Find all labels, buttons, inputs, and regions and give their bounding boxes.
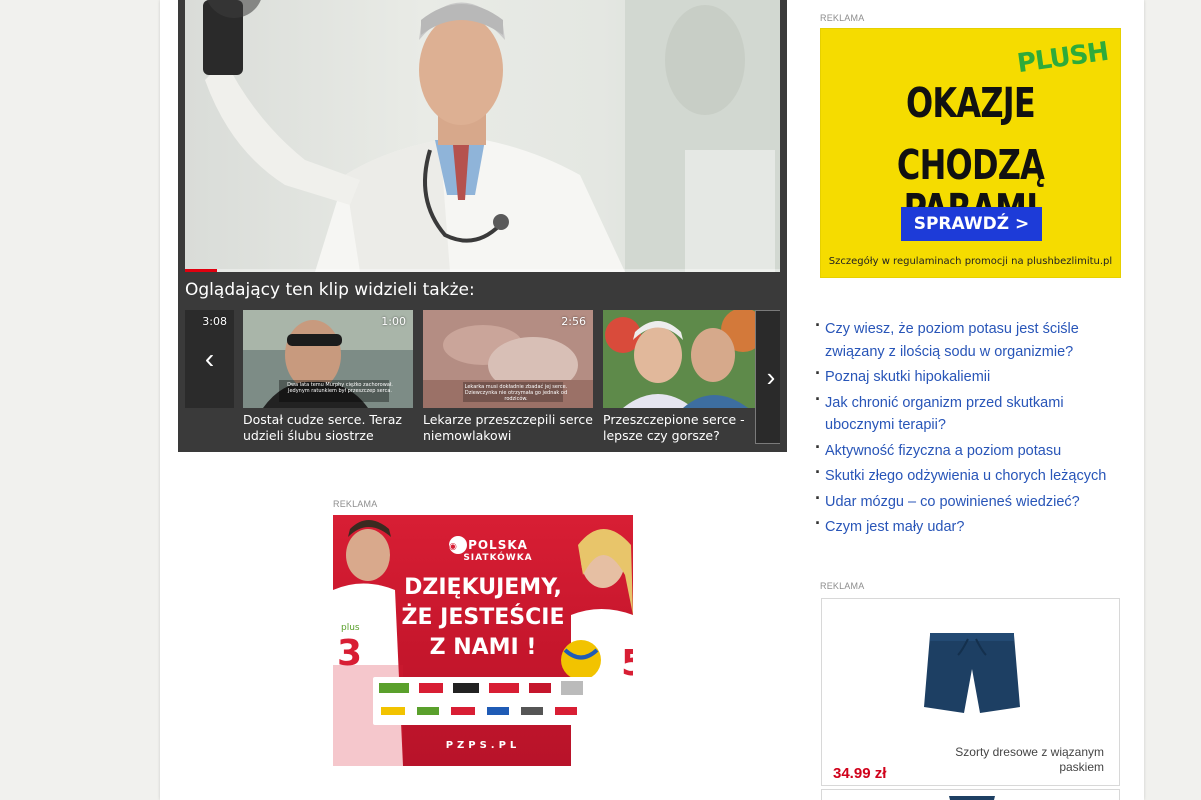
list-item: Poznaj skutki hipokaliemii [815,362,1125,389]
product-image-shorts [924,633,1020,713]
video-player: Oglądający ten klip widzieli także: 3:08… [178,0,787,452]
progress-bar[interactable] [185,269,780,272]
volleyball-logo-line2: SIATKÓWKA [463,553,533,563]
product-ad-card[interactable] [821,789,1120,800]
ad-label: REKLAMA [820,581,865,591]
list-item: Skutki złego odżywienia u chorych leżący… [815,461,1125,488]
carousel-next-button[interactable]: › [755,310,780,444]
volleyball-logo-line1: POLSKA [468,538,528,552]
ad-label: REKLAMA [820,13,865,23]
article-link[interactable]: Skutki złego odżywienia u chorych leżący… [825,468,1106,484]
volleyball-ad-logo: POLSKA SIATKÓWKA [333,539,633,565]
video-still-doctor [203,0,780,272]
volleyball-ad-banner[interactable]: 3 plus 5 ◉ POLSKA SIATKÓWKA DZIĘKUJEMY, … [333,515,633,766]
clip-subtitle: Dwa lata temu Murphy ciężko zachorował. … [287,382,393,394]
volleyball-headline-line1: DZIĘKUJEMY, [404,575,562,600]
list-item: Czym jest mały udar? [815,512,1125,539]
clip-title: Przeszczepione serce - lepsze czy gorsze… [603,412,745,443]
list-item: Jak chronić organizm przed skutkami uboc… [815,388,1125,437]
product-price: 34.99 zł [833,765,887,782]
carousel-prev-button[interactable]: ‹ [185,310,234,408]
plush-cta-button[interactable]: SPRAWDŹ > [901,207,1042,241]
article-link[interactable]: Aktywność fizyczna a poziom potasu [825,443,1061,459]
clip-title: Lekarze przeszczepili serce niemowlakowi [423,412,593,443]
related-articles-list: Czy wiesz, że poziom potasu jest ściśle … [815,314,1125,542]
related-clip[interactable]: Lekarka musi dokładnie zbadać jej serce.… [423,310,593,445]
related-videos-carousel: 3:08 rca ‹ Dwa lata temu Murphy ciężko z… [185,310,780,445]
related-clip[interactable]: Dwa lata temu Murphy ciężko zachorował. … [243,310,413,445]
article-link[interactable]: Czym jest mały udar? [825,519,964,535]
ad-label: REKLAMA [333,499,378,509]
list-item: Udar mózgu – co powinieneś wiedzieć? [815,487,1125,514]
clip-duration: 1:00 [381,315,406,328]
clip-duration: 2:56 [561,315,586,328]
product-name: Szorty dresowe z wiązanym paskiem [955,745,1104,774]
plush-fine-print: Szczegóły w regulaminach promocji na plu… [828,256,1113,267]
article-link[interactable]: Jak chronić organizm przed skutkami uboc… [825,395,1064,434]
clip-subtitle: Lekarka musi dokładnie zbadać jej serce.… [464,384,568,402]
plush-ad-banner[interactable]: PLUSH OKAZJE CHODZĄ PARAMI SPRAWDŹ > Szc… [820,28,1121,278]
clip-thumbnail [603,310,773,408]
article-link[interactable]: Poznaj skutki hipokaliemii [825,369,990,385]
chevron-left-icon: ‹ [204,343,215,374]
clip-title: rca [185,412,234,428]
product-ad-card[interactable]: Szorty dresowe z wiązanym paskiem 34.99 … [821,598,1120,786]
progress-fill [185,269,217,272]
plush-headline-line1: OKAZJE [906,79,1036,127]
volleyball-ad-headline: DZIĘKUJEMY, ŻE JESTEŚCIE Z NAMI ! [333,573,633,663]
plush-logo: PLUSH [1015,36,1110,80]
article-link[interactable]: Czy wiesz, że poziom potasu jest ściśle … [825,321,1079,360]
product-image [949,796,995,800]
list-item: Aktywność fizyczna a poziom potasu [815,436,1125,463]
list-item: Czy wiesz, że poziom potasu jest ściśle … [815,314,1125,363]
video-frame[interactable] [185,0,780,272]
chevron-right-icon: › [766,361,776,392]
related-videos-heading: Oglądający ten klip widzieli także: [185,280,475,300]
volleyball-ad-url: PZPS.PL [445,740,521,751]
article-link[interactable]: Udar mózgu – co powinieneś wiedzieć? [825,494,1080,510]
sponsor-logos [373,677,593,725]
volleyball-headline-line3: Z NAMI ! [429,635,537,660]
clip-title: Dostał cudze serce. Teraz udzieli ślubu … [243,412,402,445]
related-clip[interactable]: Przeszczepione serce - lepsze czy gorsze… [603,310,773,445]
volleyball-headline-line2: ŻE JESTEŚCIE [401,605,565,630]
